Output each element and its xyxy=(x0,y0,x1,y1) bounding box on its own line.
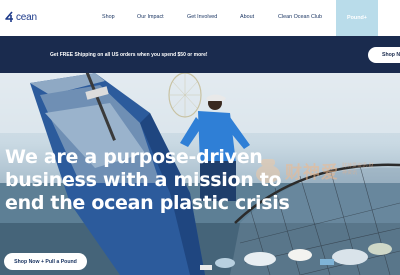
nav-clean-ocean-club[interactable]: Clean Ocean Club xyxy=(278,14,322,20)
hero-title-line-1: We are a purpose-driven xyxy=(5,146,263,168)
hero-section: 财神爱 财神爱资讯·财神资讯 We are a purpose-driven b… xyxy=(0,73,400,275)
watermark-subtext: 财神爱资讯·财神资讯 xyxy=(342,163,374,176)
logo-text: cean xyxy=(16,11,37,23)
hero-title-line-3: end the ocean plastic crisis xyxy=(5,192,290,214)
announcement-bar: Get FREE Shipping on all US orders when … xyxy=(0,36,400,73)
site-header: cean Shop Our Impact Get Involved About … xyxy=(0,0,400,36)
nav-shop[interactable]: Shop xyxy=(102,14,115,20)
brand-logo[interactable]: cean xyxy=(4,8,37,26)
nav-get-involved[interactable]: Get Involved xyxy=(187,14,217,20)
logo-4-icon xyxy=(5,11,13,22)
pound-plus-button[interactable]: Pound+ xyxy=(336,0,378,36)
hero-title-line-2: business with a mission to xyxy=(5,169,282,191)
nav-our-impact[interactable]: Our Impact xyxy=(137,14,164,20)
shop-now-pull-a-pound-button[interactable]: Shop Now + Pull a Pound xyxy=(4,253,87,270)
nav-about[interactable]: About xyxy=(240,14,254,20)
shop-now-button[interactable]: Shop N xyxy=(368,47,400,63)
free-shipping-text: Get FREE Shipping on all US orders when … xyxy=(50,52,208,58)
hero-title: We are a purpose-driven business with a … xyxy=(5,146,325,215)
